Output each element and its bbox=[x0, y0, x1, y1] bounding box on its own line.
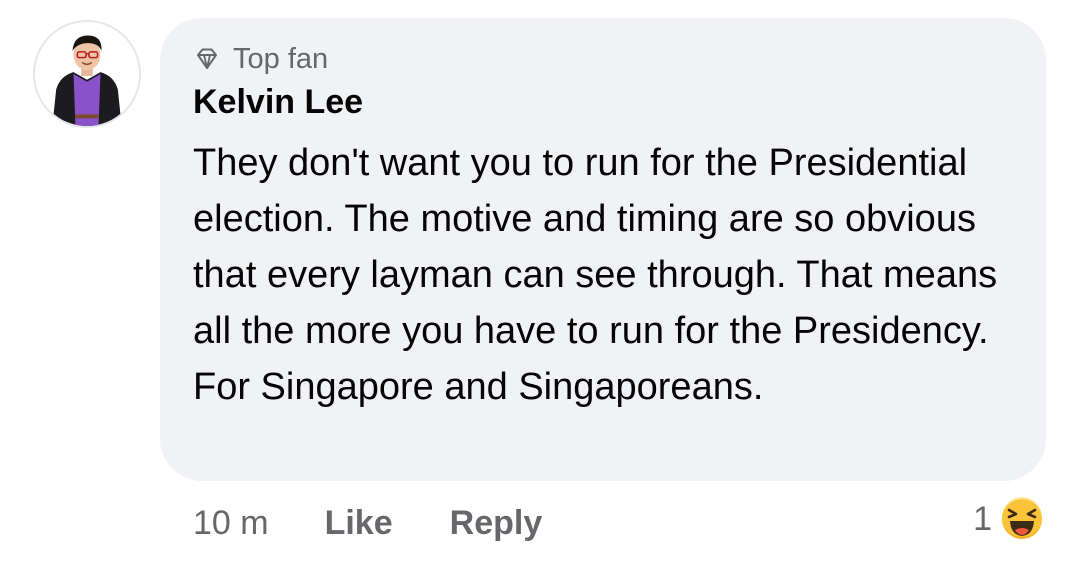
comment-text: They don't want you to run for the Presi… bbox=[193, 142, 998, 408]
timestamp[interactable]: 10 m bbox=[193, 500, 269, 546]
avatar[interactable] bbox=[33, 20, 141, 128]
top-fan-badge[interactable]: Top fan bbox=[193, 42, 328, 76]
reply-button[interactable]: Reply bbox=[450, 500, 543, 546]
reaction-summary[interactable]: 1 bbox=[973, 494, 1046, 544]
profile-photo-icon bbox=[35, 22, 139, 126]
haha-reaction-icon bbox=[1000, 497, 1044, 541]
badge-label: Top fan bbox=[233, 43, 329, 75]
like-button[interactable]: Like bbox=[325, 500, 393, 546]
comment-bubble: Top fan Kelvin Lee They don't want you t… bbox=[160, 18, 1046, 481]
author-name[interactable]: Kelvin Lee bbox=[193, 82, 363, 122]
reaction-count: 1 bbox=[973, 500, 992, 538]
diamond-icon bbox=[197, 48, 217, 69]
comment-actions: 10 m Like Reply bbox=[193, 500, 542, 546]
